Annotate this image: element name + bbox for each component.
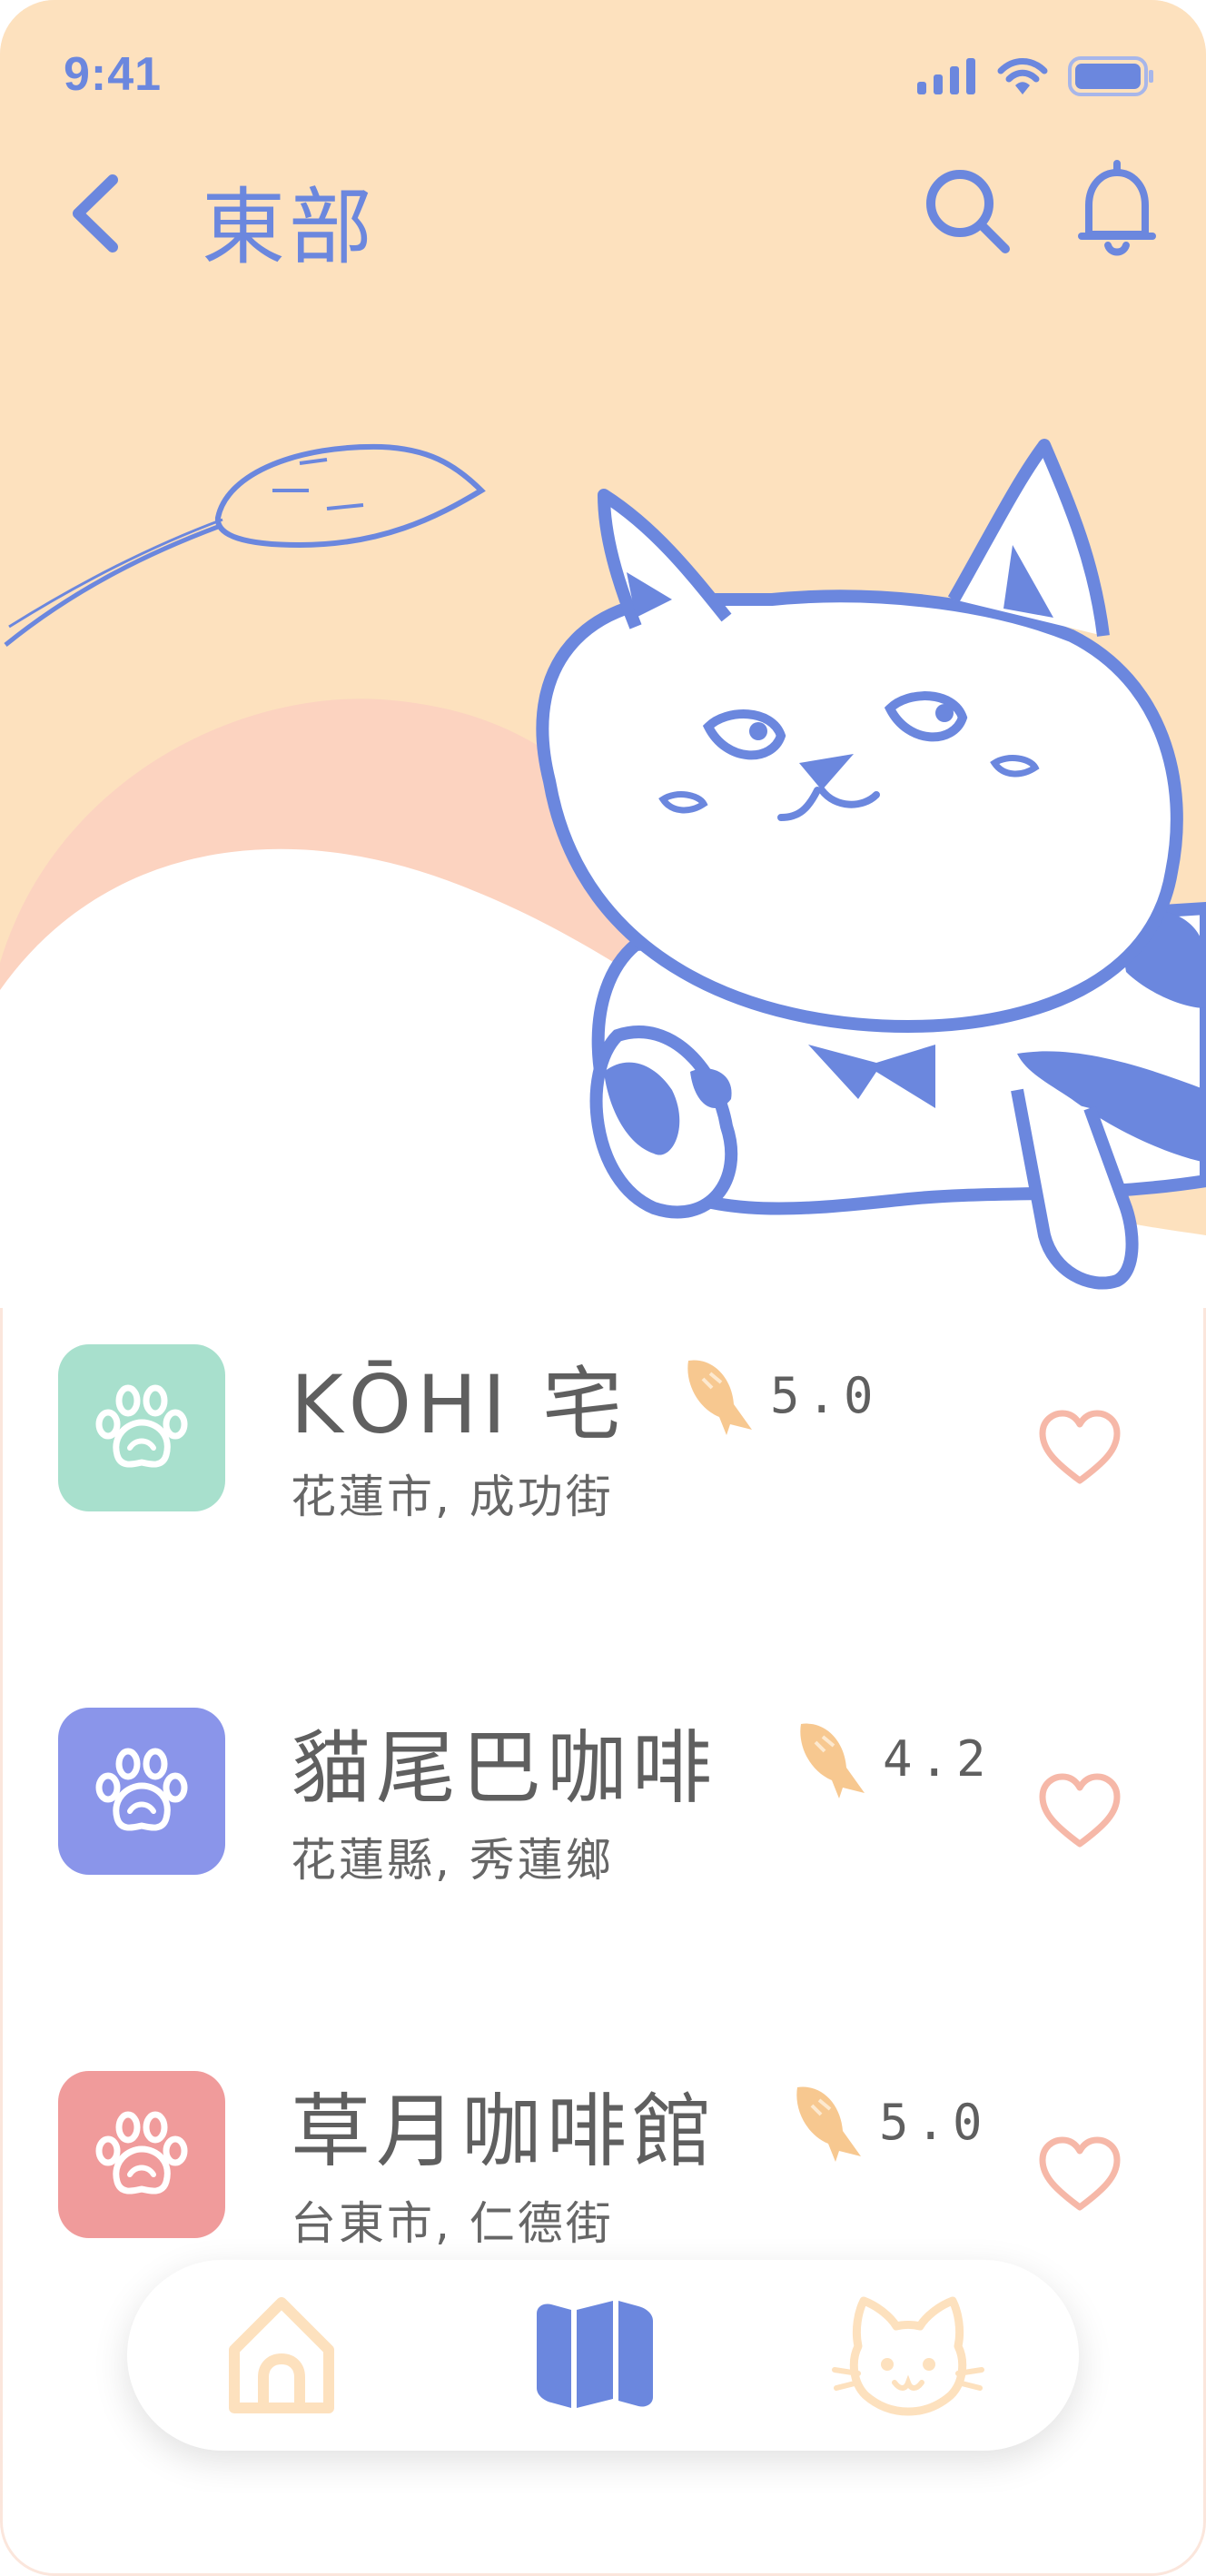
paw-icon <box>95 1384 188 1468</box>
tab-cat[interactable] <box>826 2287 990 2423</box>
wifi-icon <box>997 58 1048 94</box>
app-screen: 9:41 東部 KŌHI 宅 5.0 花蓮市, 成功街 貓尾巴咖啡 4.2 花蓮… <box>0 0 1206 2576</box>
cat-icon <box>832 2296 984 2416</box>
heart-icon[interactable] <box>1037 1410 1122 1486</box>
back-chevron-icon[interactable] <box>64 173 127 254</box>
cafe-name: KŌHI 宅 <box>291 1358 628 1451</box>
cafe-rating: 4.2 <box>792 1715 993 1802</box>
page-title: 東部 <box>202 179 377 276</box>
cellular-signal-icon <box>917 58 975 94</box>
rating-value: 5.0 <box>770 1366 881 1424</box>
cafe-card[interactable]: 貓尾巴咖啡 4.2 花蓮縣, 秀蓮鄉 <box>0 1689 1206 1907</box>
nav-bar: 東部 <box>0 145 1206 276</box>
cafe-rating: 5.0 <box>788 2078 990 2165</box>
battery-icon <box>1068 56 1153 96</box>
cafe-thumbnail <box>58 1708 225 1875</box>
status-bar: 9:41 <box>0 0 1206 154</box>
cafe-card[interactable]: 草月咖啡館 5.0 台東市, 仁德街 <box>0 2053 1206 2271</box>
tab-home[interactable] <box>218 2287 345 2423</box>
cafe-location: 花蓮縣, 秀蓮鄉 <box>291 1834 614 1887</box>
paw-icon <box>95 1748 188 1831</box>
cafe-location: 花蓮市, 成功街 <box>291 1471 614 1523</box>
tab-map[interactable] <box>527 2287 663 2423</box>
heart-icon[interactable] <box>1037 1773 1122 1849</box>
fish-icon <box>687 1360 752 1435</box>
cafe-thumbnail <box>58 2071 225 2238</box>
cafe-location: 台東市, 仁德街 <box>291 2197 614 2250</box>
cafe-name: 貓尾巴咖啡 <box>291 1721 718 1815</box>
cafe-rating: 5.0 <box>679 1352 881 1439</box>
heart-icon[interactable] <box>1037 2136 1122 2213</box>
hero-illustration: 9:41 東部 <box>0 0 1206 1308</box>
status-icons <box>917 56 1155 96</box>
tab-bar <box>127 2260 1079 2451</box>
cafe-thumbnail <box>58 1344 225 1511</box>
fish-icon <box>800 1723 865 1798</box>
search-icon[interactable] <box>922 165 1013 256</box>
fish-icon <box>796 2086 861 2162</box>
cafe-card[interactable]: KŌHI 宅 5.0 花蓮市, 成功街 <box>0 1326 1206 1544</box>
home-icon <box>229 2297 334 2413</box>
rating-value: 4.2 <box>883 1729 993 1788</box>
bell-icon[interactable] <box>1076 158 1158 258</box>
cafe-name: 草月咖啡館 <box>291 2085 718 2178</box>
map-icon <box>537 2301 653 2408</box>
status-time: 9:41 <box>64 48 163 101</box>
paw-icon <box>95 2111 188 2195</box>
rating-value: 5.0 <box>879 2093 990 2151</box>
